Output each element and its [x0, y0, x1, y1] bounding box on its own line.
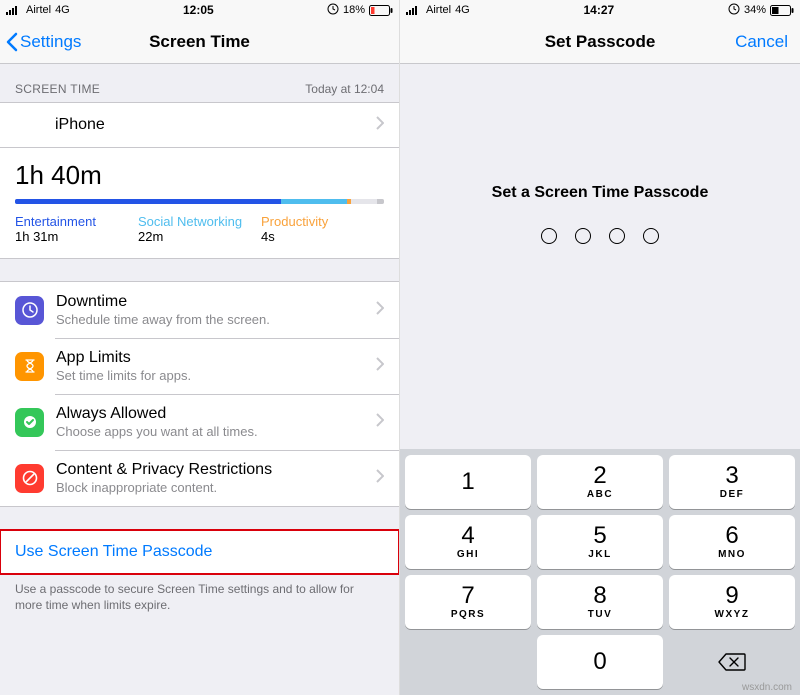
row-title: App Limits [56, 349, 370, 367]
signal-icon [6, 5, 22, 15]
passcode-prompt: Set a Screen Time Passcode [400, 184, 800, 202]
row-subtitle: Block inappropriate content. [56, 480, 370, 495]
rotation-lock-icon [327, 3, 339, 18]
battery-icon [369, 5, 393, 16]
signal-icon [406, 5, 422, 15]
clock: 12:05 [183, 3, 214, 17]
nav-bar: Settings Screen Time [0, 20, 399, 64]
battery-percent: 34% [744, 4, 766, 16]
usage-bar [15, 199, 384, 204]
chevron-right-icon [376, 413, 384, 432]
rotation-lock-icon [728, 3, 740, 18]
status-bar: Airtel 4G 14:27 34% [400, 0, 800, 20]
chevron-right-icon [376, 469, 384, 488]
section-header-label: SCREEN TIME [15, 82, 100, 96]
downtime-icon [15, 296, 44, 325]
check-badge-icon [15, 408, 44, 437]
carrier-label: Airtel [426, 4, 451, 16]
chevron-right-icon [376, 301, 384, 320]
device-name: iPhone [55, 116, 370, 134]
carrier-label: Airtel [26, 4, 51, 16]
passcode-dot [643, 228, 659, 244]
row-content-privacy[interactable]: Content & Privacy Restrictions Block ina… [0, 450, 399, 506]
back-button[interactable]: Settings [6, 32, 81, 52]
battery-percent: 18% [343, 4, 365, 16]
row-title: Content & Privacy Restrictions [56, 461, 370, 479]
usage-total: 1h 40m [15, 160, 384, 191]
key-blank [405, 635, 531, 689]
passcode-dots [400, 228, 800, 244]
status-bar: Airtel 4G 12:05 18% [0, 0, 399, 20]
passcode-dot [541, 228, 557, 244]
no-entry-icon [15, 464, 44, 493]
key-5[interactable]: 5JKL [537, 515, 663, 569]
chevron-left-icon [6, 32, 18, 52]
row-subtitle: Choose apps you want at all times. [56, 424, 370, 439]
section-header: SCREEN TIME Today at 12:04 [0, 64, 399, 102]
category-entertainment: Entertainment 1h 31m [15, 214, 138, 244]
row-app-limits[interactable]: App Limits Set time limits for apps. [0, 338, 399, 394]
passcode-dot [609, 228, 625, 244]
footer-note: Use a passcode to secure Screen Time set… [0, 575, 399, 625]
row-downtime[interactable]: Downtime Schedule time away from the scr… [0, 282, 399, 338]
key-9[interactable]: 9WXYZ [669, 575, 795, 629]
network-label: 4G [55, 4, 70, 16]
row-title: Downtime [56, 293, 370, 311]
key-2[interactable]: 2ABC [537, 455, 663, 509]
section-header-time: Today at 12:04 [305, 82, 384, 96]
cancel-button[interactable]: Cancel [735, 32, 788, 52]
battery-icon [770, 5, 794, 16]
hourglass-icon [15, 352, 44, 381]
backspace-icon [718, 652, 746, 672]
key-4[interactable]: 4GHI [405, 515, 531, 569]
row-subtitle: Schedule time away from the screen. [56, 312, 370, 327]
network-label: 4G [455, 4, 470, 16]
page-title: Set Passcode [545, 32, 656, 52]
usage-summary[interactable]: 1h 40m Entertainment 1h 31m Social Netwo… [0, 148, 399, 259]
row-subtitle: Set time limits for apps. [56, 368, 370, 383]
key-0[interactable]: 0 [537, 635, 663, 689]
category-productivity: Productivity 4s [261, 214, 384, 244]
key-6[interactable]: 6MNO [669, 515, 795, 569]
screen-time-settings-screen: Airtel 4G 12:05 18% Settings Screen Time [0, 0, 400, 695]
row-title: Always Allowed [56, 405, 370, 423]
key-8[interactable]: 8TUV [537, 575, 663, 629]
nav-bar: Set Passcode Cancel [400, 20, 800, 64]
key-7[interactable]: 7PQRS [405, 575, 531, 629]
passcode-dot [575, 228, 591, 244]
key-3[interactable]: 3DEF [669, 455, 795, 509]
page-title: Screen Time [149, 32, 250, 52]
set-passcode-screen: Airtel 4G 14:27 34% Set Passcode Cancel … [400, 0, 800, 695]
clock: 14:27 [584, 3, 615, 17]
back-label: Settings [20, 32, 81, 52]
category-social: Social Networking 22m [138, 214, 261, 244]
watermark: wsxdn.com [742, 682, 792, 693]
use-screen-time-passcode-button[interactable]: Use Screen Time Passcode [0, 530, 399, 574]
chevron-right-icon [376, 116, 384, 135]
chevron-right-icon [376, 357, 384, 376]
row-always-allowed[interactable]: Always Allowed Choose apps you want at a… [0, 394, 399, 450]
numeric-keypad: 1 2ABC 3DEF 4GHI 5JKL 6MNO 7PQRS 8TUV 9W… [400, 449, 800, 695]
key-delete[interactable] [669, 635, 795, 689]
key-1[interactable]: 1 [405, 455, 531, 509]
device-row[interactable]: iPhone [0, 103, 399, 147]
